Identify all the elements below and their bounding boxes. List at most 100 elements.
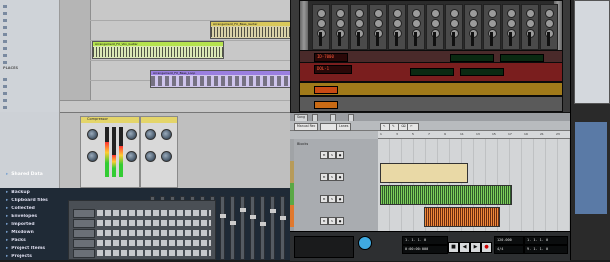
step-cells[interactable] xyxy=(97,230,211,236)
channel-knob[interactable] xyxy=(469,19,478,28)
play-button[interactable]: ▶ xyxy=(470,242,481,253)
step-cells[interactable] xyxy=(97,250,211,256)
eq-device[interactable] xyxy=(140,116,178,188)
browser-item[interactable] xyxy=(3,11,57,18)
channel-knob[interactable] xyxy=(336,9,345,18)
track-lane[interactable]: Arrangement_FX_Bass_Loop xyxy=(90,60,292,88)
navigator-strip[interactable] xyxy=(575,122,607,214)
channel-level[interactable] xyxy=(376,32,379,46)
track-lane[interactable]: Arrangement_FX_Bass_Guitar xyxy=(90,20,292,41)
row-label[interactable] xyxy=(73,249,95,258)
channel-level[interactable] xyxy=(357,32,360,46)
sequencer-track-header[interactable]: MS● xyxy=(290,205,378,228)
track-header[interactable] xyxy=(60,60,91,81)
channel-knob[interactable] xyxy=(412,19,421,28)
manual-rec-button[interactable]: Manual Rec xyxy=(294,123,319,131)
channel-knob[interactable] xyxy=(355,19,364,28)
mixer-channel[interactable] xyxy=(445,4,463,50)
position-display[interactable]: 1. 1. 1. 0 xyxy=(402,236,448,245)
solo-button[interactable]: S xyxy=(328,173,336,181)
record-enable-button[interactable]: ● xyxy=(336,217,344,225)
row-label[interactable] xyxy=(73,229,95,238)
channel-level[interactable] xyxy=(395,32,398,46)
channel-knob[interactable] xyxy=(450,9,459,18)
channel-level[interactable] xyxy=(414,32,417,46)
fader-handle[interactable] xyxy=(250,215,256,219)
channel-fader[interactable] xyxy=(250,196,256,260)
fader-handle[interactable] xyxy=(240,208,246,212)
step-cells[interactable] xyxy=(97,210,211,216)
channel-knob[interactable] xyxy=(355,9,364,18)
browser-item[interactable] xyxy=(3,53,57,60)
mixer-channel[interactable] xyxy=(388,4,406,50)
record-button[interactable]: ● xyxy=(481,242,492,253)
browser-item[interactable] xyxy=(3,105,57,112)
channel-knob[interactable] xyxy=(431,19,440,28)
output-knob[interactable] xyxy=(161,151,172,162)
row-label[interactable] xyxy=(73,239,95,248)
mixer-channel[interactable] xyxy=(369,4,387,50)
patch-display[interactable] xyxy=(450,54,494,62)
browser-item[interactable] xyxy=(3,91,57,98)
freq-knob[interactable] xyxy=(145,129,156,140)
channel-fader[interactable] xyxy=(270,196,276,260)
channel-fader[interactable] xyxy=(240,196,246,260)
sidebar-item[interactable]: ▸ Clipboard files xyxy=(6,198,70,206)
fader-handle[interactable] xyxy=(280,216,286,220)
sequencer-lane[interactable] xyxy=(378,183,570,206)
razor-tool-icon[interactable]: ✂ xyxy=(407,123,419,131)
channel-level[interactable] xyxy=(528,32,531,46)
channel-knob[interactable] xyxy=(488,19,497,28)
channel-knob[interactable] xyxy=(317,19,326,28)
mixer-channel[interactable] xyxy=(540,4,558,50)
effect-unit[interactable] xyxy=(299,96,563,112)
sequencer-clip[interactable] xyxy=(380,185,512,205)
browser-item[interactable] xyxy=(3,4,57,11)
browser-item[interactable] xyxy=(3,46,57,53)
track-header[interactable] xyxy=(60,0,91,21)
step-cells[interactable] xyxy=(97,240,211,246)
loop-right-display[interactable]: 9. 1. 1. 0 xyxy=(524,245,568,254)
patch-display[interactable] xyxy=(500,54,544,62)
step-cells[interactable] xyxy=(97,220,211,226)
channel-level[interactable] xyxy=(338,32,341,46)
track-lane[interactable] xyxy=(90,80,290,101)
stop-button[interactable]: ■ xyxy=(448,242,459,253)
channel-knob[interactable] xyxy=(507,9,516,18)
browser-item[interactable] xyxy=(3,25,57,32)
track-header[interactable] xyxy=(60,80,91,101)
channel-knob[interactable] xyxy=(393,9,402,18)
channel-knob[interactable] xyxy=(526,9,535,18)
channel-knob[interactable] xyxy=(431,9,440,18)
sequencer-lane[interactable] xyxy=(378,205,570,228)
mixer-channel[interactable] xyxy=(426,4,444,50)
channel-level[interactable] xyxy=(452,32,455,46)
tempo-display[interactable]: 120.000 xyxy=(494,236,524,245)
channel-knob[interactable] xyxy=(526,19,535,28)
channel-knob[interactable] xyxy=(545,19,554,28)
browser-item[interactable] xyxy=(3,98,57,105)
sequencer-clip[interactable] xyxy=(380,163,468,183)
fader-handle[interactable] xyxy=(230,221,236,225)
lanes-selector[interactable]: Lanes xyxy=(336,123,352,131)
channel-fader[interactable] xyxy=(260,196,266,260)
patch-display[interactable] xyxy=(460,68,504,76)
loop-left-display[interactable]: 1. 1. 1. 0 xyxy=(524,236,568,245)
browser-item[interactable] xyxy=(3,32,57,39)
effect-unit[interactable] xyxy=(299,82,563,96)
channel-level[interactable] xyxy=(490,32,493,46)
sequencer-clip[interactable] xyxy=(424,207,500,227)
sidebar-item[interactable]: ▸ Projects xyxy=(6,254,70,262)
browser-item[interactable] xyxy=(3,84,57,91)
record-enable-button[interactable]: ● xyxy=(336,151,344,159)
sidebar-item[interactable]: ▸ Envelopes xyxy=(6,214,70,222)
sequencer-track-header[interactable]: MS● xyxy=(290,161,378,184)
channel-level[interactable] xyxy=(433,32,436,46)
solo-button[interactable]: S xyxy=(328,151,336,159)
signature-display[interactable]: 4/4 xyxy=(494,245,524,254)
click-knob[interactable] xyxy=(358,236,372,250)
record-enable-button[interactable]: ● xyxy=(336,195,344,203)
track-lane[interactable] xyxy=(90,0,290,21)
mute-button[interactable]: M xyxy=(320,217,328,225)
sidebar-item[interactable]: ▸ Collected xyxy=(6,206,70,214)
